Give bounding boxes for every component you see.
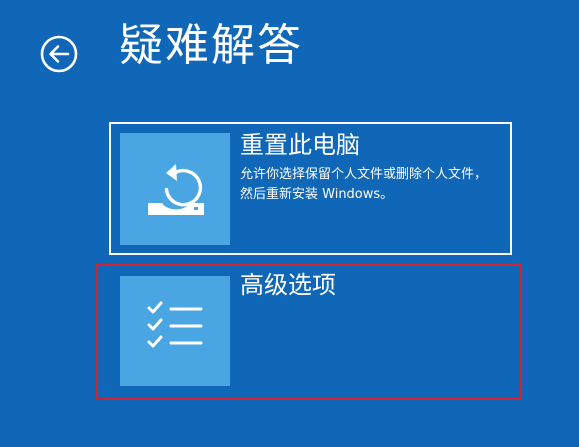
- back-button[interactable]: [40, 35, 78, 73]
- advanced-options-option[interactable]: 高级选项: [96, 264, 522, 400]
- reset-pc-icon-box: [120, 133, 230, 245]
- reset-this-pc-option[interactable]: 重置此电脑 允许你选择保留个人文件或删除个人文件，然后重新安装 Windows。: [109, 122, 512, 255]
- reset-pc-icon: [148, 164, 204, 215]
- option-title: 重置此电脑: [240, 131, 360, 159]
- back-arrow-icon: [40, 35, 78, 73]
- checklist-icon: [147, 301, 203, 348]
- troubleshoot-screen: 疑难解答 重置此电脑 允许你选择保留个人文件或删除个人文件，然后重新安装 Win…: [0, 0, 579, 447]
- option-description: 允许你选择保留个人文件或删除个人文件，然后重新安装 Windows。: [240, 167, 488, 202]
- page-title: 疑难解答: [119, 20, 303, 71]
- checklist-icon-box: [120, 276, 230, 386]
- option-title: 高级选项: [240, 271, 336, 299]
